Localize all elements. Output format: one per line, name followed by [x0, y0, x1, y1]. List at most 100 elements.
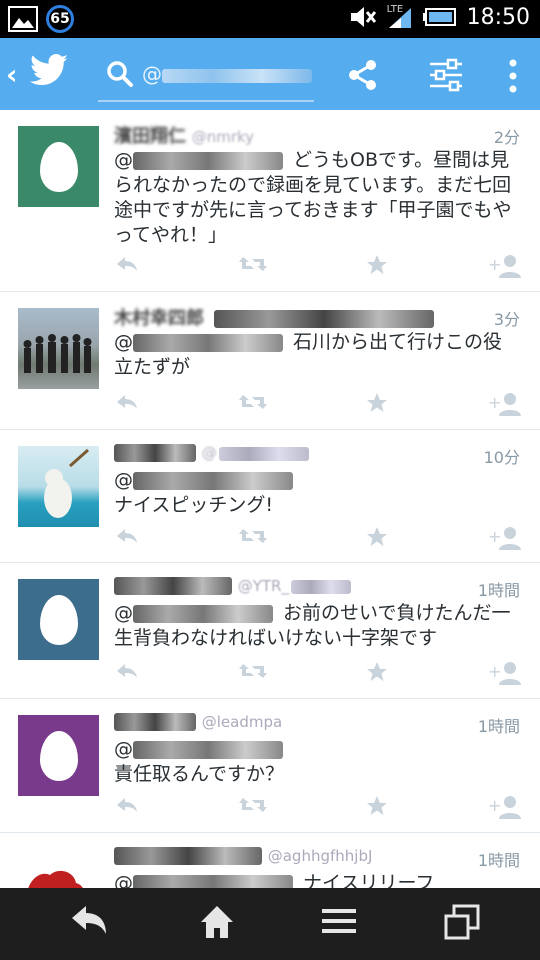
- tweet-time: 1時間: [477, 581, 520, 600]
- reply-icon[interactable]: [115, 254, 139, 274]
- action-bar: ‹ @: [0, 38, 540, 110]
- reply-icon[interactable]: [115, 661, 139, 681]
- menu-icon[interactable]: [322, 904, 356, 938]
- overflow-menu-icon[interactable]: [506, 58, 520, 94]
- egg-avatar-icon: [40, 142, 78, 192]
- tweet-author-name: [114, 575, 232, 596]
- favorite-icon[interactable]: [366, 254, 388, 276]
- tweet-time: 2分: [493, 128, 520, 147]
- tweet-mention: @: [114, 737, 520, 762]
- tweet-time: 1時間: [477, 717, 520, 736]
- follow-icon[interactable]: +: [488, 392, 522, 416]
- signal-icon: [388, 8, 411, 28]
- tweet-author-handle: @YTR_: [238, 577, 351, 595]
- home-icon[interactable]: [199, 904, 235, 940]
- follow-icon[interactable]: +: [488, 526, 522, 550]
- retweet-icon[interactable]: [238, 661, 268, 681]
- follow-icon[interactable]: +: [488, 254, 522, 278]
- search-input[interactable]: @: [98, 54, 314, 102]
- tweet-mention: @: [114, 468, 520, 493]
- mute-icon: [350, 7, 376, 27]
- tweet-text: @ ナイスピッチング!: [114, 468, 520, 518]
- tweet-actions: +: [0, 795, 540, 823]
- group-photo-icon: [23, 334, 92, 373]
- tweet-author-name: [114, 845, 262, 866]
- network-type: LTE: [387, 4, 413, 30]
- image-notification-icon: [8, 6, 38, 32]
- share-icon[interactable]: [346, 58, 380, 92]
- search-icon[interactable]: [106, 60, 134, 92]
- tweet-author-name: 濱田翔仁: [114, 126, 186, 147]
- tweet-actions: +: [0, 661, 540, 689]
- retweet-icon[interactable]: [238, 392, 268, 412]
- twitter-bird-icon[interactable]: [29, 54, 70, 92]
- tweet-item[interactable]: @leadmpa 1時間 @ 責任取るんですか？ +: [0, 699, 540, 833]
- status-bar: 65 LTE 18:50: [0, 0, 540, 38]
- svg-text:+: +: [488, 527, 501, 546]
- back-icon[interactable]: ‹: [6, 58, 18, 91]
- tweet-author-handle: @nmrky: [191, 128, 255, 146]
- avatar[interactable]: [18, 715, 99, 796]
- reply-icon[interactable]: [115, 795, 139, 815]
- tweet-author-handle: @: [202, 444, 309, 462]
- avatar[interactable]: [18, 446, 99, 527]
- reply-icon[interactable]: [115, 392, 139, 412]
- favorite-icon[interactable]: [366, 661, 388, 683]
- author-name-redacted: [213, 310, 434, 328]
- tweet-author-name: [114, 711, 196, 732]
- tweet-author-name: 木村幸四郎: [114, 304, 434, 330]
- avatar[interactable]: [18, 308, 99, 389]
- tweet-mention: @: [114, 602, 277, 624]
- retweet-icon[interactable]: [238, 526, 268, 546]
- tweet-item[interactable]: 木村幸四郎 3分 @ 石川から出て行けこの役立たずが +: [0, 292, 540, 430]
- svg-text:+: +: [488, 796, 501, 815]
- dog-photo-icon: [44, 448, 89, 518]
- nav-back-icon[interactable]: [70, 904, 108, 938]
- tweet-time: 1時間: [477, 851, 520, 870]
- egg-avatar-icon: [40, 731, 78, 781]
- tweet-time: 3分: [493, 310, 520, 329]
- tweet-mention: @: [114, 331, 287, 353]
- clock: 18:50: [466, 4, 530, 30]
- egg-avatar-icon: [40, 595, 78, 645]
- tweet-item[interactable]: 濱田翔仁 @nmrky 2分 @ どうもOBです。昼間は見られなかったので録画を…: [0, 110, 540, 292]
- tweet-text: @ お前のせいで負けたんだ一生背負わなければいけない十字架です: [114, 602, 511, 649]
- navigation-bar: [0, 888, 540, 960]
- author-name-redacted: [114, 444, 196, 462]
- tweet-list: 濱田翔仁 @nmrky 2分 @ どうもOBです。昼間は見られなかったので録画を…: [0, 110, 540, 953]
- follow-icon[interactable]: +: [488, 795, 522, 819]
- author-name-redacted: [114, 847, 262, 865]
- tweet-text: @ どうもOBです。昼間は見られなかったので録画を見ています。まだ七回途中ですが…: [114, 149, 512, 246]
- tweet-actions: +: [0, 254, 540, 282]
- author-name-redacted: [114, 577, 232, 595]
- tweet-actions: +: [0, 392, 540, 420]
- search-query-redacted: [162, 68, 312, 83]
- svg-text:+: +: [488, 662, 501, 681]
- tweet-time: 10分: [483, 448, 520, 467]
- battery-icon: [422, 8, 456, 26]
- notification-count-badge: 65: [46, 5, 74, 33]
- tweet-actions: +: [0, 526, 540, 554]
- tweet-item[interactable]: @YTR_ 1時間 @ お前のせいで負けたんだ一生背負わなければいけない十字架で…: [0, 563, 540, 699]
- retweet-icon[interactable]: [238, 795, 268, 815]
- tweet-author-name: [114, 442, 196, 463]
- avatar[interactable]: [18, 579, 99, 660]
- recent-apps-icon[interactable]: [444, 904, 480, 940]
- filter-icon[interactable]: [428, 58, 464, 92]
- svg-text:+: +: [488, 393, 501, 412]
- search-query: @: [142, 62, 312, 86]
- favorite-icon[interactable]: [366, 526, 388, 548]
- tweet-item[interactable]: @ 10分 @ ナイスピッチング! +: [0, 430, 540, 563]
- avatar[interactable]: [18, 126, 99, 207]
- tweet-text: @ 石川から出て行けこの役立たずが: [114, 331, 503, 378]
- tweet-text: @ 責任取るんですか？: [114, 737, 520, 787]
- tweet-author-handle: @aghhgfhhjbJ: [267, 847, 373, 865]
- favorite-icon[interactable]: [366, 795, 388, 817]
- favorite-icon[interactable]: [366, 392, 388, 414]
- follow-icon[interactable]: +: [488, 661, 522, 685]
- reply-icon[interactable]: [115, 526, 139, 546]
- tweet-author-handle: @leadmpa: [201, 713, 283, 731]
- tweet-mention: @: [114, 149, 287, 171]
- svg-text:+: +: [488, 255, 501, 274]
- retweet-icon[interactable]: [238, 254, 268, 274]
